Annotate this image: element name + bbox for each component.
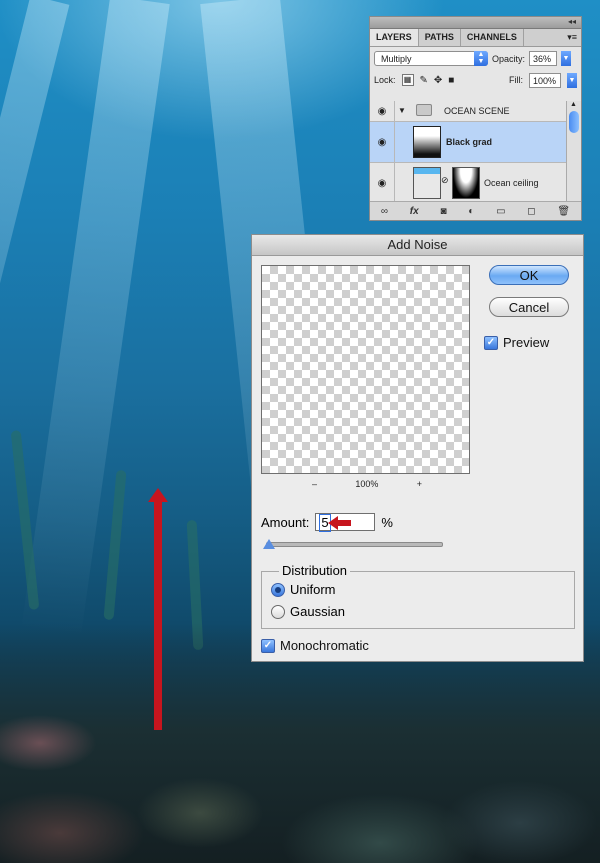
blend-mode-value: Multiply <box>381 54 412 64</box>
annotation-arrow <box>154 500 162 730</box>
opacity-field[interactable]: 36% <box>529 51 558 66</box>
layers-scrollbar[interactable]: ▲ ▼ <box>566 101 581 215</box>
trash-icon[interactable]: 🗑 <box>557 206 570 217</box>
zoom-in-button[interactable]: + <box>417 479 422 489</box>
disclosure-triangle-icon[interactable]: ▼ <box>398 106 406 115</box>
layers-list: ◉ ▼ OCEAN SCENE ◉ Black grad ◉ ⊘ Ocean c… <box>370 101 567 215</box>
layers-footer: ∞ fx ◙ ◐ ▭ ◻ 🗑 <box>370 201 581 220</box>
ok-button[interactable]: OK <box>489 265 569 285</box>
blend-mode-select[interactable]: Multiply ▲ ▼ <box>374 51 488 66</box>
lock-row: Lock: ▦ ✎ ✥ ■ Fill: 100% ▼ <box>370 70 581 90</box>
radio-unselected-icon <box>271 604 285 619</box>
preview-checkbox[interactable]: ✓ Preview <box>484 335 549 350</box>
checkmark-icon: ✓ <box>484 335 498 350</box>
monochromatic-label: Monochromatic <box>280 638 369 653</box>
add-noise-dialog: Add Noise – 100% + OK Cancel ✓ Preview A… <box>251 234 584 662</box>
seaweed <box>10 429 40 611</box>
layer-name: Ocean ceiling <box>484 178 539 188</box>
annotation-arrow-tail <box>337 520 352 526</box>
layer-thumbnail <box>413 167 441 199</box>
collapse-icon[interactable]: ◂◂ <box>568 17 576 26</box>
lock-transparency-icon[interactable]: ▦ <box>401 74 414 86</box>
panel-titlebar[interactable]: ◂◂ <box>370 17 581 29</box>
slider-knob[interactable] <box>262 539 275 549</box>
opacity-dropdown-icon[interactable]: ▼ <box>561 51 572 66</box>
folder-icon <box>416 104 432 116</box>
uniform-label: Uniform <box>290 582 336 597</box>
dialog-title: Add Noise <box>252 235 583 256</box>
seaweed <box>103 469 127 621</box>
layer-name: Black grad <box>446 137 493 147</box>
fill-dropdown-icon[interactable]: ▼ <box>567 72 577 88</box>
layer-row-selected[interactable]: ◉ Black grad <box>370 122 567 163</box>
layer-mask-thumbnail <box>452 167 480 199</box>
panel-tabs: LAYERS PATHS CHANNELS ▾≡ <box>370 29 581 47</box>
amount-input[interactable]: 5 <box>315 513 376 532</box>
monochromatic-checkbox[interactable]: ✓ Monochromatic <box>261 638 369 653</box>
mask-icon[interactable]: ◙ <box>440 206 446 217</box>
tab-paths[interactable]: PATHS <box>419 29 461 46</box>
eye-icon[interactable]: ◉ <box>373 163 391 203</box>
fill-field[interactable]: 100% <box>529 72 561 88</box>
eye-icon[interactable]: ◉ <box>373 101 391 121</box>
zoom-out-button[interactable]: – <box>312 479 317 489</box>
layer-name: OCEAN SCENE <box>444 106 510 116</box>
panel-menu-icon[interactable]: ▾≡ <box>567 32 577 43</box>
opacity-label: Opacity: <box>492 53 526 64</box>
zoom-level: 100% <box>355 479 379 489</box>
link-icon[interactable]: ∞ <box>381 206 388 217</box>
move-icon[interactable]: ✥ <box>434 75 442 86</box>
layer-row-group[interactable]: ◉ ▼ OCEAN SCENE <box>370 101 567 122</box>
lock-icon[interactable]: ■ <box>448 75 454 86</box>
layer-row[interactable]: ◉ ⊘ Ocean ceiling <box>370 163 567 204</box>
zoom-controls: – 100% + <box>312 479 422 489</box>
new-layer-icon[interactable]: ◻ <box>527 206 535 217</box>
radio-uniform[interactable]: Uniform <box>271 582 336 597</box>
preview-label: Preview <box>503 335 550 350</box>
layer-thumbnail <box>413 126 441 158</box>
scroll-thumb[interactable] <box>569 111 579 133</box>
radio-gaussian[interactable]: Gaussian <box>271 604 345 619</box>
gaussian-label: Gaussian <box>290 604 345 619</box>
folder-icon[interactable]: ▭ <box>496 206 505 217</box>
amount-unit: % <box>381 514 393 530</box>
amount-row: Amount: 5 % <box>261 513 393 532</box>
amount-label: Amount: <box>261 514 310 530</box>
checkmark-icon: ✓ <box>261 638 275 653</box>
blend-row: Multiply ▲ ▼ Opacity: 36% ▼ <box>370 47 581 70</box>
distribution-label: Distribution <box>279 563 351 578</box>
tab-channels[interactable]: CHANNELS <box>461 29 524 46</box>
eye-icon[interactable]: ◉ <box>373 122 391 162</box>
cancel-button[interactable]: Cancel <box>489 297 569 317</box>
fx-icon[interactable]: fx <box>410 206 419 217</box>
tab-layers[interactable]: LAYERS <box>370 29 419 46</box>
chain-link-icon: ⊘ <box>441 175 449 185</box>
noise-preview[interactable] <box>261 265 470 474</box>
scroll-up-icon[interactable]: ▲ <box>570 101 577 108</box>
brush-icon[interactable]: ✎ <box>420 75 428 86</box>
radio-selected-icon <box>271 582 285 597</box>
lock-label: Lock: <box>374 75 396 85</box>
amount-slider[interactable] <box>262 539 443 549</box>
distribution-group: Distribution Uniform Gaussian <box>261 563 575 629</box>
stepper-icon: ▲ ▼ <box>474 51 488 66</box>
adjustment-icon[interactable]: ◐ <box>468 206 474 217</box>
fill-label: Fill: <box>509 75 523 85</box>
layers-panel: ◂◂ LAYERS PATHS CHANNELS ▾≡ Multiply ▲ ▼ … <box>369 16 582 221</box>
